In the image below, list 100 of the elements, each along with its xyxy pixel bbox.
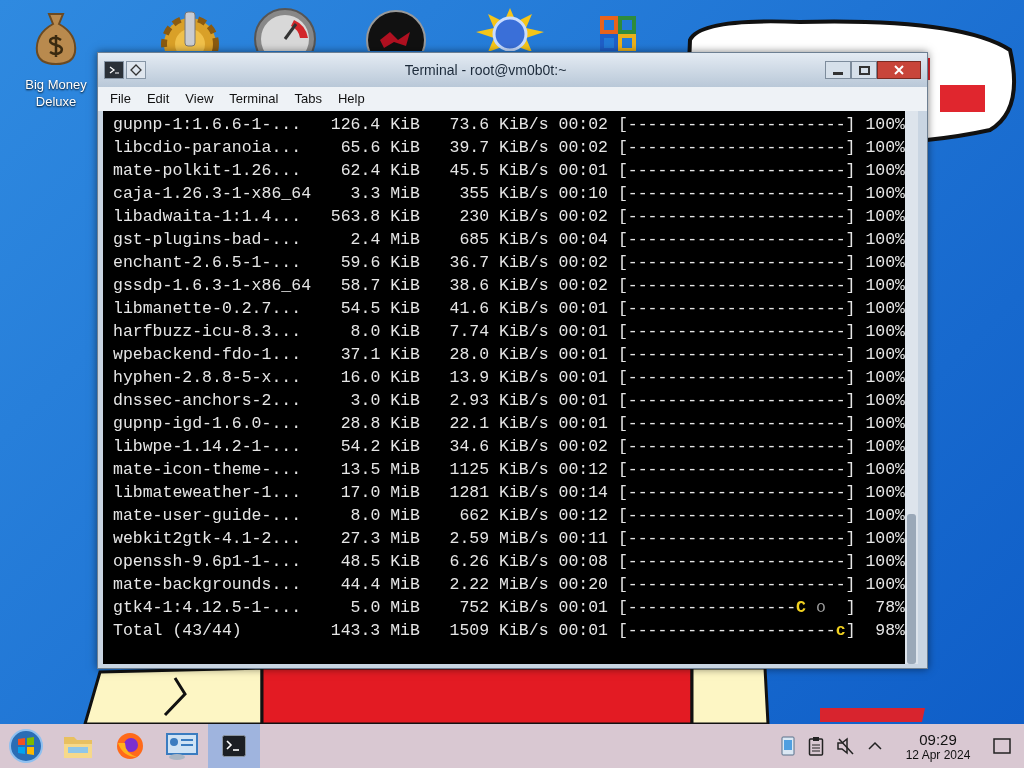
- caret-up-icon[interactable]: [868, 741, 882, 751]
- download-size: 58.7 KiB: [339, 275, 420, 297]
- progress-percent: 100%: [864, 137, 905, 159]
- download-size: 44.4 MiB: [339, 574, 420, 596]
- package-name: libmateweather-1...: [113, 482, 303, 504]
- package-name: mate-polkit-1.26...: [113, 160, 303, 182]
- download-size: 13.5 MiB: [339, 459, 420, 481]
- package-name: openssh-9.6p1-1-...: [113, 551, 303, 573]
- package-name: caja-1.26.3-1-x86_64: [113, 183, 313, 205]
- elapsed-time: 00:02: [558, 436, 608, 458]
- package-name: mate-user-guide-...: [113, 505, 303, 527]
- progress-bar-text: [---------------------c]: [617, 620, 856, 642]
- progress-percent: 100%: [864, 206, 905, 228]
- menu-item[interactable]: Edit: [138, 89, 178, 109]
- progress-percent: 100%: [864, 321, 905, 343]
- scrollbar[interactable]: [905, 111, 918, 664]
- fox-globe-icon: [115, 731, 145, 761]
- control-panel-icon: [165, 731, 199, 761]
- diamond-icon: [130, 64, 142, 76]
- download-rate: 41.6 KiB/s: [448, 298, 549, 320]
- elapsed-time: 00:08: [558, 551, 608, 573]
- progress-percent: 100%: [864, 275, 905, 297]
- square-icon: [993, 738, 1011, 754]
- close-icon: [894, 65, 904, 75]
- elapsed-time: 00:01: [558, 160, 608, 182]
- menu-item[interactable]: Terminal: [221, 89, 287, 109]
- progress-bar-text: [----------------------]: [617, 229, 856, 251]
- menu-item[interactable]: View: [177, 89, 222, 109]
- progress-bar-text: [----------------------]: [617, 574, 856, 596]
- elapsed-time: 00:02: [558, 137, 608, 159]
- download-size: 48.5 KiB: [339, 551, 420, 573]
- download-size: 8.0 MiB: [349, 505, 420, 527]
- progress-percent: 100%: [864, 160, 905, 182]
- download-rate: 2.59 MiB/s: [448, 528, 549, 550]
- download-rate: 685 KiB/s: [458, 229, 549, 251]
- progress-percent: 100%: [864, 183, 905, 205]
- elapsed-time: 00:01: [558, 620, 608, 642]
- muted-speaker-icon[interactable]: [836, 736, 856, 756]
- progress-bar-text: [----------------------]: [617, 436, 856, 458]
- elapsed-time: 00:01: [558, 298, 608, 320]
- menu-item[interactable]: Help: [329, 89, 373, 109]
- download-size: 8.0 KiB: [349, 321, 420, 343]
- taskbar-button[interactable]: [208, 724, 260, 768]
- download-size: 2.4 MiB: [349, 229, 420, 251]
- close-button[interactable]: [877, 61, 921, 79]
- progress-percent: 100%: [864, 390, 905, 412]
- download-rate: 7.74 KiB/s: [448, 321, 549, 343]
- clock[interactable]: 09:29 12 Apr 2024: [896, 730, 980, 762]
- progress-bar-text: [----------------------]: [617, 183, 856, 205]
- progress-percent: 100%: [864, 505, 905, 527]
- sticky-button[interactable]: [126, 61, 146, 79]
- package-name: webkit2gtk-4.1-2...: [113, 528, 303, 550]
- download-rate: 22.1 KiB/s: [448, 413, 549, 435]
- package-name: wpebackend-fdo-1...: [113, 344, 303, 366]
- progress-bar-text: [----------------------]: [617, 321, 856, 343]
- download-size: 16.0 KiB: [339, 367, 420, 389]
- download-size: 54.2 KiB: [339, 436, 420, 458]
- progress-percent: 100%: [864, 459, 905, 481]
- minimize-button[interactable]: [825, 61, 851, 79]
- download-rate: 2.93 KiB/s: [448, 390, 549, 412]
- maximize-button[interactable]: [851, 61, 877, 79]
- menu-item[interactable]: File: [102, 89, 139, 109]
- progress-percent: 100%: [864, 551, 905, 573]
- package-name: enchant-2.6.5-1-...: [113, 252, 303, 274]
- desktop-icon-label[interactable]: Big Money Deluxe: [14, 76, 98, 110]
- package-name: gtk4-1:4.12.5-1-...: [113, 597, 303, 619]
- package-name: Total (43/44): [113, 620, 243, 642]
- progress-percent: 100%: [864, 252, 905, 274]
- window-menu-button[interactable]: [104, 61, 124, 79]
- progress-percent: 78%: [874, 597, 905, 619]
- package-name: libwpe-1.14.2-1-...: [113, 436, 303, 458]
- menu-item[interactable]: Tabs: [286, 89, 330, 109]
- package-name: gst-plugins-bad-...: [113, 229, 303, 251]
- start-orb-icon: [9, 729, 43, 763]
- download-rate: 13.9 KiB/s: [448, 367, 549, 389]
- download-size: 62.4 KiB: [339, 160, 420, 182]
- elapsed-time: 00:02: [558, 206, 608, 228]
- progress-percent: 98%: [874, 620, 905, 642]
- package-name: gssdp-1.6.3-1-x86_64: [113, 275, 313, 297]
- elapsed-time: 00:11: [558, 528, 608, 550]
- progress-percent: 100%: [864, 229, 905, 251]
- elapsed-time: 00:04: [558, 229, 608, 251]
- package-name: hyphen-2.8.8-5-x...: [113, 367, 303, 389]
- download-size: 28.8 KiB: [339, 413, 420, 435]
- progress-percent: 100%: [864, 114, 905, 136]
- progress-bar-text: [----------------------]: [617, 160, 856, 182]
- download-size: 37.1 KiB: [339, 344, 420, 366]
- progress-bar-text: [----------------------]: [617, 344, 856, 366]
- download-rate: 1509 KiB/s: [448, 620, 549, 642]
- progress-bar-text: [----------------------]: [617, 390, 856, 412]
- download-rate: 38.6 KiB/s: [448, 275, 549, 297]
- terminal-icon: [222, 735, 246, 757]
- scrollbar-thumb[interactable]: [907, 514, 916, 664]
- download-rate: 2.22 MiB/s: [448, 574, 549, 596]
- download-rate: 39.7 KiB/s: [448, 137, 549, 159]
- progress-bar-text: [----------------------]: [617, 413, 856, 435]
- clipboard-icon[interactable]: [808, 736, 824, 756]
- elapsed-time: 00:10: [558, 183, 608, 205]
- download-size: 3.3 MiB: [349, 183, 420, 205]
- elapsed-time: 00:12: [558, 459, 608, 481]
